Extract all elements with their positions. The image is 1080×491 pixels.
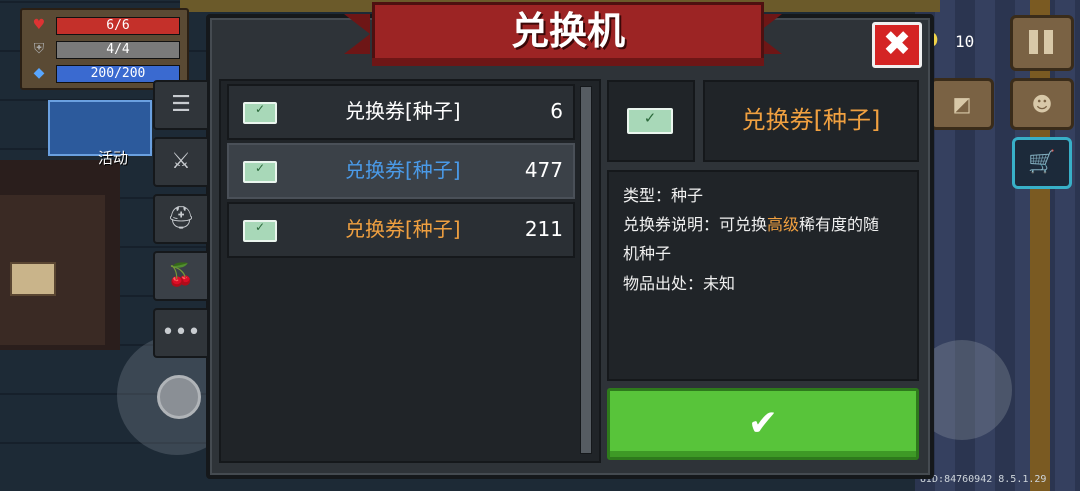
detail-item-name: 兑换券[种子] bbox=[741, 106, 881, 134]
heart-icon: ♥ bbox=[32, 17, 46, 33]
type-line: 类型：种子 bbox=[623, 186, 704, 205]
more-icon: ••• bbox=[161, 320, 201, 345]
armor-bar: 4/4 bbox=[56, 41, 180, 59]
hp-bar: 6/6 bbox=[56, 17, 180, 35]
tab-more[interactable]: ••• bbox=[153, 308, 207, 358]
gem-count: 10 bbox=[955, 32, 975, 51]
confirm-button[interactable]: ✔ bbox=[607, 388, 919, 460]
ticket-icon bbox=[243, 220, 277, 242]
helmet-icon: ⛑ bbox=[167, 206, 195, 231]
desc-suffix: 稀有度的随 bbox=[799, 215, 880, 234]
scroll-thumb[interactable] bbox=[581, 87, 591, 453]
joystick-knob[interactable] bbox=[157, 375, 201, 419]
item-row[interactable]: 兑换券[种子] 6 bbox=[227, 84, 575, 140]
tab-weapons[interactable]: ⚔ bbox=[153, 137, 207, 187]
hp-bar-row: ♥ 6/6 bbox=[30, 16, 180, 35]
list-scrollbar[interactable] bbox=[580, 86, 592, 454]
desc-highlight: 高级 bbox=[767, 215, 800, 234]
item-quantity: 477 bbox=[524, 158, 563, 182]
desc-prefix: 兑换券说明：可兑换 bbox=[623, 215, 768, 234]
dialog-title: 兑换机 bbox=[510, 9, 625, 53]
shield-icon: ⛨ bbox=[33, 41, 45, 57]
player-stats-panel: ♥ 6/6 ⛨ 4/4 ◆ 200/200 bbox=[20, 8, 189, 90]
pause-button[interactable] bbox=[1010, 15, 1074, 71]
tab-seeds[interactable]: 🍒 bbox=[153, 251, 207, 301]
activity-label[interactable]: 活动 bbox=[98, 147, 128, 168]
diamond-icon: ◆ bbox=[33, 65, 45, 81]
source-line: 物品出处：未知 bbox=[623, 274, 736, 293]
tab-equipment[interactable]: ⛑ bbox=[153, 194, 207, 244]
close-button[interactable]: ✖ bbox=[872, 22, 922, 68]
armor-text: 4/4 bbox=[106, 42, 130, 57]
notice-board bbox=[10, 262, 56, 296]
ticket-icon bbox=[243, 102, 277, 124]
armor-bar-row: ⛨ 4/4 bbox=[30, 40, 180, 59]
item-name: 兑换券[种子] bbox=[345, 217, 461, 241]
item-quantity: 211 bbox=[524, 217, 563, 241]
tab-list[interactable]: ☰ bbox=[153, 80, 207, 130]
weapon-icon: ⚔ bbox=[171, 149, 191, 174]
detail-name-box: 兑换券[种子] bbox=[703, 80, 919, 162]
item-quantity: 6 bbox=[550, 99, 563, 123]
hp-text: 6/6 bbox=[106, 18, 130, 33]
ribbon-tail-left bbox=[344, 14, 370, 54]
title-ribbon: 兑换机 bbox=[372, 2, 764, 66]
item-description: 类型：种子 兑换券说明：可兑换高级稀有度的随 机种子 物品出处：未知 bbox=[607, 170, 919, 381]
gold-pillar bbox=[1030, 0, 1050, 491]
ticket-icon bbox=[243, 161, 277, 183]
seed-icon: 🍒 bbox=[167, 263, 195, 288]
desc-line-2: 机种子 bbox=[623, 244, 672, 263]
item-name: 兑换券[种子] bbox=[345, 158, 461, 182]
skill-button[interactable]: ◩ bbox=[930, 78, 994, 130]
shop-cart-button[interactable]: 🛒 bbox=[1012, 137, 1072, 189]
ticket-icon bbox=[627, 108, 673, 134]
item-row-selected[interactable]: 兑换券[种子] 477 bbox=[227, 143, 575, 199]
character-button[interactable]: ☻ bbox=[1010, 78, 1074, 130]
list-icon: ☰ bbox=[171, 92, 191, 117]
uid-label: UID:84760942 8.5.1.29 bbox=[920, 474, 1047, 485]
detail-icon-box bbox=[607, 80, 695, 162]
item-row[interactable]: 兑换券[种子] 211 bbox=[227, 202, 575, 258]
desc-line: 兑换券说明：可兑换高级稀有度的随 bbox=[623, 210, 908, 239]
item-name: 兑换券[种子] bbox=[345, 99, 461, 123]
